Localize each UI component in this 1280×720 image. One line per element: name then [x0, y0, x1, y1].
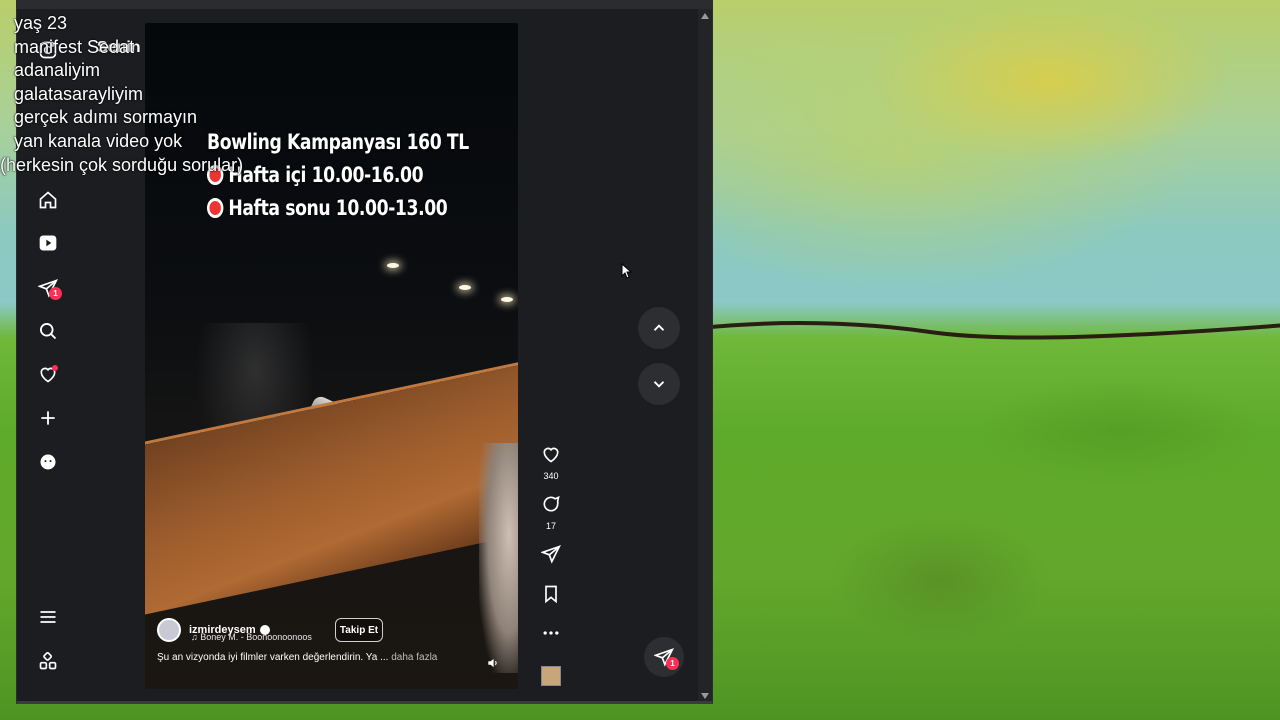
- profile-icon[interactable]: [37, 451, 59, 473]
- save-action[interactable]: [539, 584, 563, 609]
- home-icon[interactable]: [37, 189, 59, 211]
- share-icon: [540, 545, 561, 564]
- floating-messages-button[interactable]: 1: [644, 637, 684, 677]
- floating-messages-badge: 1: [666, 657, 679, 670]
- video-overlay-line-3: Hafta sonu 10.00-13.00: [207, 196, 448, 220]
- messages-badge: 1: [49, 287, 62, 300]
- share-action[interactable]: [539, 544, 563, 569]
- video-woman: [479, 443, 518, 673]
- overlay-line: adanaliyim: [14, 60, 101, 81]
- previous-reel-button[interactable]: [638, 307, 680, 349]
- create-icon[interactable]: [37, 407, 59, 429]
- bookmark-icon: [545, 585, 557, 604]
- sound-icon[interactable]: [486, 656, 502, 672]
- overlay-line: gerçek adımı sormayın: [14, 107, 198, 128]
- more-options-action[interactable]: [539, 623, 563, 648]
- more-apps-icon[interactable]: [37, 650, 59, 672]
- video-light: [387, 263, 399, 268]
- overlay-line: manifest Sedat: [14, 36, 135, 57]
- comment-action[interactable]: 17: [539, 494, 563, 531]
- search-icon[interactable]: [37, 320, 59, 342]
- window-topbar: [17, 1, 712, 9]
- overlay-line: galatasarayliyim: [14, 83, 144, 104]
- wallpaper-field: [700, 340, 1280, 720]
- audio-thumbnail[interactable]: [541, 666, 561, 686]
- caption-more-link[interactable]: daha fazla: [391, 652, 437, 663]
- ellipsis-icon: [543, 631, 559, 635]
- stream-overlay-text: yaş 23 manifest Sedat adanaliyim galatas…: [0, 12, 243, 177]
- notifications-dot: [52, 365, 58, 371]
- scroll-down-arrow[interactable]: [701, 693, 709, 699]
- notifications-icon[interactable]: [37, 363, 59, 385]
- comment-count: 17: [545, 521, 556, 531]
- reels-icon[interactable]: [37, 232, 59, 254]
- author-avatar[interactable]: [157, 618, 181, 642]
- like-count: 340: [543, 471, 559, 481]
- follow-button[interactable]: Takip Et: [335, 618, 383, 642]
- video-overlay-line-1: Bowling Kampanyası 160 TL: [207, 130, 469, 154]
- scrollbar[interactable]: [698, 9, 712, 701]
- overlay-line: yan kanala video yok: [14, 130, 183, 151]
- scroll-up-arrow[interactable]: [701, 13, 709, 19]
- song-label[interactable]: ♫ Boney M. - Boonoonoonoos: [191, 632, 312, 642]
- like-action[interactable]: 340: [539, 444, 563, 481]
- comment-icon: [543, 495, 560, 512]
- video-light: [459, 285, 471, 290]
- menu-icon[interactable]: [37, 606, 59, 628]
- video-light: [501, 297, 513, 302]
- heart-icon: [543, 447, 559, 463]
- alarm-clock-icon: [207, 198, 224, 218]
- next-reel-button[interactable]: [638, 363, 680, 405]
- overlay-line: yaş 23: [14, 13, 68, 33]
- chevron-up-icon: [653, 324, 665, 331]
- caption: Şu an vizyonda iyi filmler varken değerl…: [157, 652, 438, 663]
- overlay-line: (herkesin çok sorduğu sorular): [0, 154, 244, 175]
- mouse-cursor-icon: [621, 263, 633, 279]
- messages-icon[interactable]: 1: [37, 277, 62, 300]
- chevron-down-icon: [653, 381, 665, 388]
